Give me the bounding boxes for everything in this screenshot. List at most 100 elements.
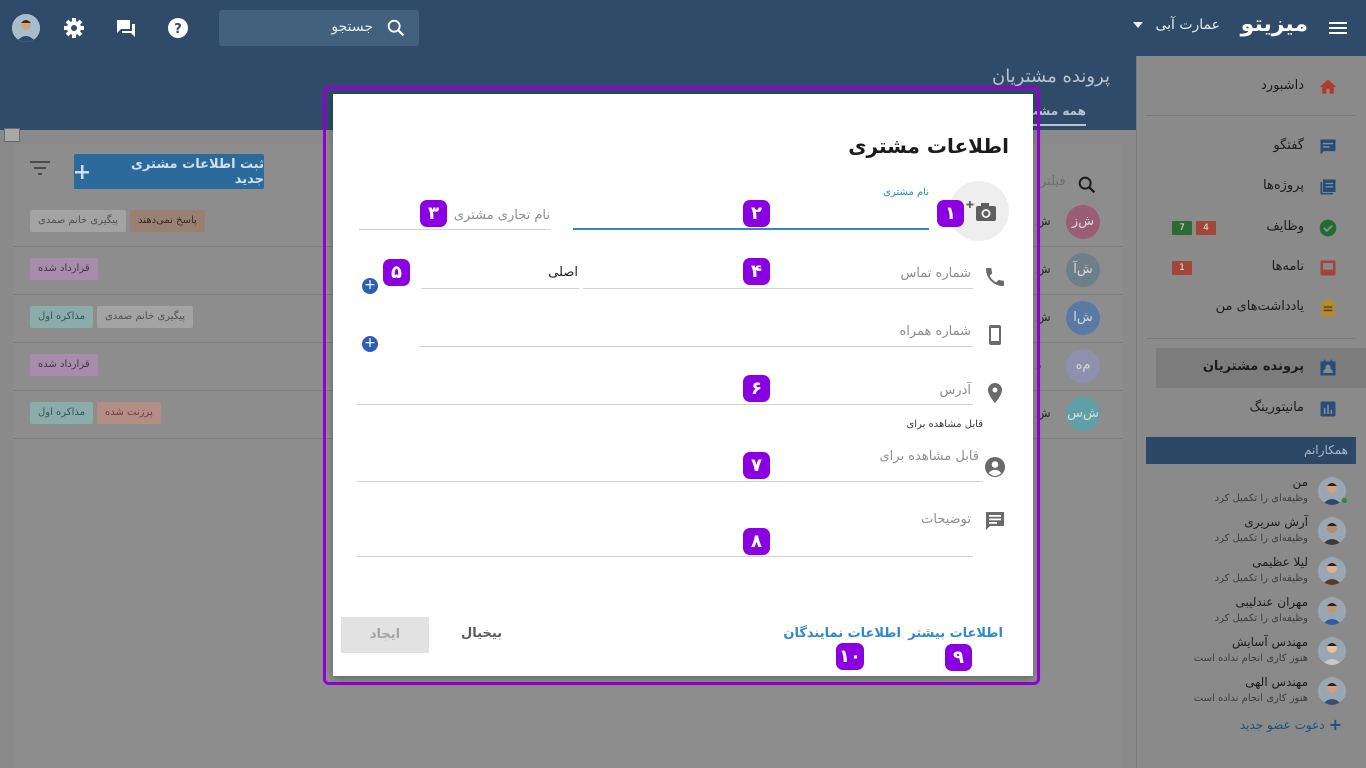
sidebar-item-label: پروژه‌ها [1263, 178, 1304, 193]
create-button[interactable]: ایجاد [341, 617, 429, 653]
projects-icon [1320, 179, 1336, 195]
count-badge: 4 [1196, 221, 1216, 235]
representatives-info-button[interactable]: اطلاعات نمایندگان [783, 626, 901, 641]
svg-text:?: ? [174, 22, 182, 37]
colleague-status: وظیفه‌ای را تکمیل کرد [1214, 613, 1308, 624]
colleague-name: لیلا عظیمی [1252, 555, 1308, 569]
status-tag: مذاکره اول [30, 402, 93, 424]
description-input[interactable]: توضیحات [921, 512, 971, 527]
customer-avatar[interactable]: ش‌آ [1066, 253, 1100, 287]
customer-avatar[interactable]: ش‌ا [1066, 301, 1100, 335]
new-customer-label: ثبت اطلاعات مشتری جدید [131, 156, 264, 187]
company-name: عمارت آبی [1155, 17, 1220, 33]
mobile-input[interactable]: شماره همراه [899, 324, 971, 339]
visible-for-input[interactable]: قابل مشاهده برای [880, 449, 980, 464]
customer-name-label: نام مشتری [883, 187, 929, 198]
chevron-down-icon [1133, 22, 1144, 28]
customer-avatar[interactable]: ش‌س [1066, 397, 1100, 431]
status-tag: پاسخ نمی‌دهند [130, 210, 205, 232]
add-phone-button[interactable]: + [362, 278, 378, 294]
visible-for-label: قابل مشاهده برای [906, 419, 983, 430]
sidebar-item-monitoring[interactable]: مانیتورینگ [1156, 389, 1366, 429]
visible-for-line [357, 481, 983, 482]
customer-avatar[interactable]: ش‌ز [1066, 205, 1100, 239]
sidebar-item-chat[interactable]: گفتگو [1156, 127, 1366, 167]
colleague-item[interactable]: لیلا عظیمی وظیفه‌ای را تکمیل کرد [1146, 555, 1356, 595]
filter-input[interactable]: فیلتر [1040, 174, 1066, 189]
marker-1: ۱ [937, 200, 964, 227]
status-tag: پیگیری خانم صمدی [30, 210, 127, 232]
sidebar-item-notes[interactable]: یادداشت‌های من [1156, 288, 1366, 328]
sidebar-item-label: پرونده مشتریان [1202, 359, 1304, 374]
status-tag: مذاکره اول [30, 306, 93, 328]
business-name-input[interactable]: نام تجاری مشتری [454, 208, 550, 223]
sidebar-item-tasks[interactable]: وظایف 7 4 [1156, 208, 1366, 248]
brand-logo[interactable]: میزیتو [1241, 12, 1308, 37]
marker-6: ۶ [743, 375, 770, 402]
invite-member-link[interactable]: + دعوت عضو جدید [1240, 715, 1342, 734]
monitoring-icon [1320, 401, 1336, 417]
colleague-item[interactable]: آرش سریری وظیفه‌ای را تکمیل کرد [1146, 515, 1356, 555]
user-avatar[interactable] [12, 14, 40, 42]
status-tag: پیگیری خانم صمدی [96, 306, 194, 328]
colleague-item[interactable]: من وظیفه‌ای را تکمیل کرد [1146, 475, 1356, 515]
marker-3: ۳ [420, 200, 447, 227]
colleague-name: مهندس آسایش [1231, 635, 1308, 649]
location-pin-icon [988, 383, 1002, 403]
phone-line [583, 288, 973, 289]
invite-label: دعوت عضو جدید [1239, 717, 1325, 732]
colleague-item[interactable]: مهران عندلیبی وظیفه‌ای را تکمیل کرد [1146, 595, 1356, 635]
colleague-item[interactable]: مهندس آسایش هنوز کاری انجام نداده است [1146, 635, 1356, 675]
collapse-toggle[interactable] [4, 128, 20, 142]
sidebar-item-letters[interactable]: نامه‌ها 1 [1156, 248, 1366, 288]
colleague-name: مهران عندلیبی [1235, 595, 1308, 609]
notes-icon [986, 512, 1004, 530]
search-icon [387, 19, 405, 37]
sidebar-item-home[interactable]: داشبورد [1156, 67, 1366, 107]
gear-icon[interactable] [62, 16, 86, 40]
sidebar-item-label: داشبورد [1261, 78, 1304, 93]
tasks-icon [1319, 219, 1337, 237]
address-line [357, 404, 973, 405]
customer-name-input[interactable] [573, 228, 929, 230]
phone-icon [986, 268, 1004, 286]
list-search-icon[interactable] [1076, 174, 1098, 196]
chat-bubbles-icon[interactable] [114, 16, 138, 40]
cancel-button[interactable]: بیخیال [461, 626, 502, 641]
customers-icon [1320, 359, 1336, 376]
chat-icon [1320, 139, 1336, 155]
mobile-icon [989, 325, 1001, 345]
count-badge: 1 [1172, 261, 1192, 275]
avatar [1318, 637, 1346, 665]
customer-avatar[interactable]: م‌ه [1066, 349, 1100, 383]
search-placeholder: جستجو [331, 19, 373, 35]
marker-10: ۱۰ [836, 643, 864, 670]
phone-input[interactable]: شماره تماس [900, 266, 971, 281]
sidebar-item-label: وظایف [1266, 219, 1304, 234]
phone-type-line [421, 288, 579, 289]
menu-icon[interactable] [1326, 16, 1350, 40]
more-info-button[interactable]: اطلاعات بیشتر [908, 626, 1003, 641]
colleague-name: مهندس الهی [1245, 675, 1308, 689]
address-input[interactable]: آدرس [939, 383, 971, 398]
company-selector[interactable]: عمارت آبی [1133, 17, 1220, 33]
phone-type-select[interactable]: اصلی [548, 265, 578, 280]
search-box[interactable]: جستجو [219, 10, 419, 46]
help-icon[interactable]: ? [166, 16, 190, 40]
sidebar-item-label: یادداشت‌های من [1215, 299, 1304, 314]
status-tag: قرارداد شده [30, 354, 98, 376]
sidebar-item-projects[interactable]: پروژه‌ها [1156, 167, 1366, 207]
filter-icon[interactable] [28, 158, 52, 178]
sidebar-item-label: گفتگو [1273, 138, 1304, 153]
colleague-status: وظیفه‌ای را تکمیل کرد [1214, 493, 1308, 504]
colleague-status: هنوز کاری انجام نداده است [1193, 653, 1308, 664]
sidebar-item-customers[interactable]: پرونده مشتریان [1156, 348, 1366, 388]
add-mobile-button[interactable]: + [362, 336, 378, 352]
marker-9: ۹ [945, 644, 972, 671]
sidebar-item-label: نامه‌ها [1271, 259, 1304, 274]
new-customer-button[interactable]: ثبت اطلاعات مشتری جدید [74, 154, 264, 189]
sidebar-divider [1146, 338, 1356, 339]
colleague-status: وظیفه‌ای را تکمیل کرد [1214, 533, 1308, 544]
status-tag: قرارداد شده [30, 258, 98, 280]
colleague-item[interactable]: مهندس الهی هنوز کاری انجام نداده است [1146, 675, 1356, 715]
